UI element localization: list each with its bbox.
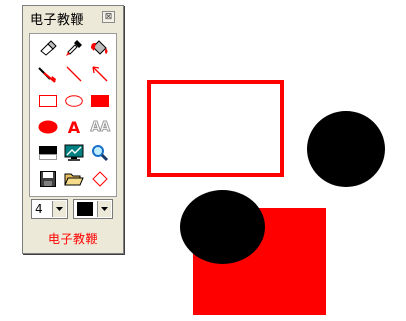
magnifier-icon bbox=[92, 145, 109, 162]
highlighter-icon bbox=[38, 67, 56, 83]
panel-footer-label: 电子教鞭 bbox=[47, 232, 98, 246]
diamond-icon bbox=[92, 171, 108, 187]
tool-grid: A AA bbox=[29, 33, 117, 197]
line-button[interactable] bbox=[62, 63, 86, 85]
size-dropdown-button[interactable] bbox=[52, 201, 66, 217]
pen-size-select[interactable]: 4 bbox=[31, 199, 68, 219]
close-button[interactable]: ⊠ bbox=[102, 11, 115, 23]
pen-size-value: 4 bbox=[35, 202, 43, 216]
text-bold-button[interactable]: A bbox=[62, 116, 86, 138]
color-swatch bbox=[77, 202, 93, 216]
arrow-icon bbox=[92, 66, 108, 82]
open-folder-icon bbox=[64, 173, 84, 186]
chevron-down-icon bbox=[101, 207, 108, 211]
fill-button[interactable] bbox=[88, 37, 112, 59]
eraser-icon bbox=[40, 40, 57, 56]
highlighter-button[interactable] bbox=[36, 63, 60, 85]
pen-button[interactable] bbox=[62, 37, 86, 59]
screen-capture-button[interactable] bbox=[62, 142, 86, 164]
ellipse-icon bbox=[65, 95, 83, 107]
panel-titlebar[interactable]: 电子教鞭 ⊠ bbox=[23, 6, 123, 28]
magnifier-button[interactable] bbox=[88, 142, 112, 164]
pen-icon bbox=[66, 40, 82, 56]
ellipse-button[interactable] bbox=[62, 90, 86, 112]
panel-title: 电子教鞭 bbox=[30, 13, 85, 28]
screen-capture-icon bbox=[64, 144, 84, 161]
filled-ellipse-button[interactable] bbox=[36, 116, 60, 138]
outline-rectangle bbox=[147, 80, 284, 177]
open-folder-button[interactable] bbox=[62, 168, 86, 190]
save-icon bbox=[40, 171, 56, 187]
filled-rectangle-button[interactable] bbox=[88, 90, 112, 112]
arrow-button[interactable] bbox=[88, 63, 112, 85]
black-circle bbox=[307, 111, 385, 187]
text-outline-icon: AA bbox=[90, 119, 111, 135]
color-dropdown-button[interactable] bbox=[97, 201, 111, 217]
filled-ellipse-icon bbox=[38, 120, 58, 134]
black-white-icon bbox=[39, 146, 57, 160]
rectangle-button[interactable] bbox=[36, 90, 60, 112]
line-icon bbox=[66, 66, 82, 82]
eraser-button[interactable] bbox=[36, 37, 60, 59]
text-bold-icon: A bbox=[67, 117, 81, 137]
diamond-button[interactable] bbox=[88, 168, 112, 190]
save-button[interactable] bbox=[36, 168, 60, 190]
toolbox-panel: 电子教鞭 ⊠ A AA 4 电子教鞭 bbox=[22, 5, 124, 254]
chevron-down-icon bbox=[56, 207, 63, 211]
close-icon: ⊠ bbox=[104, 12, 113, 22]
black-ellipse bbox=[180, 190, 265, 264]
black-white-button[interactable] bbox=[36, 142, 60, 164]
rectangle-icon bbox=[39, 95, 57, 107]
fill-icon bbox=[91, 40, 108, 55]
filled-rectangle-icon bbox=[91, 95, 109, 107]
text-outline-button[interactable]: AA bbox=[88, 116, 112, 138]
color-select[interactable] bbox=[73, 199, 113, 219]
